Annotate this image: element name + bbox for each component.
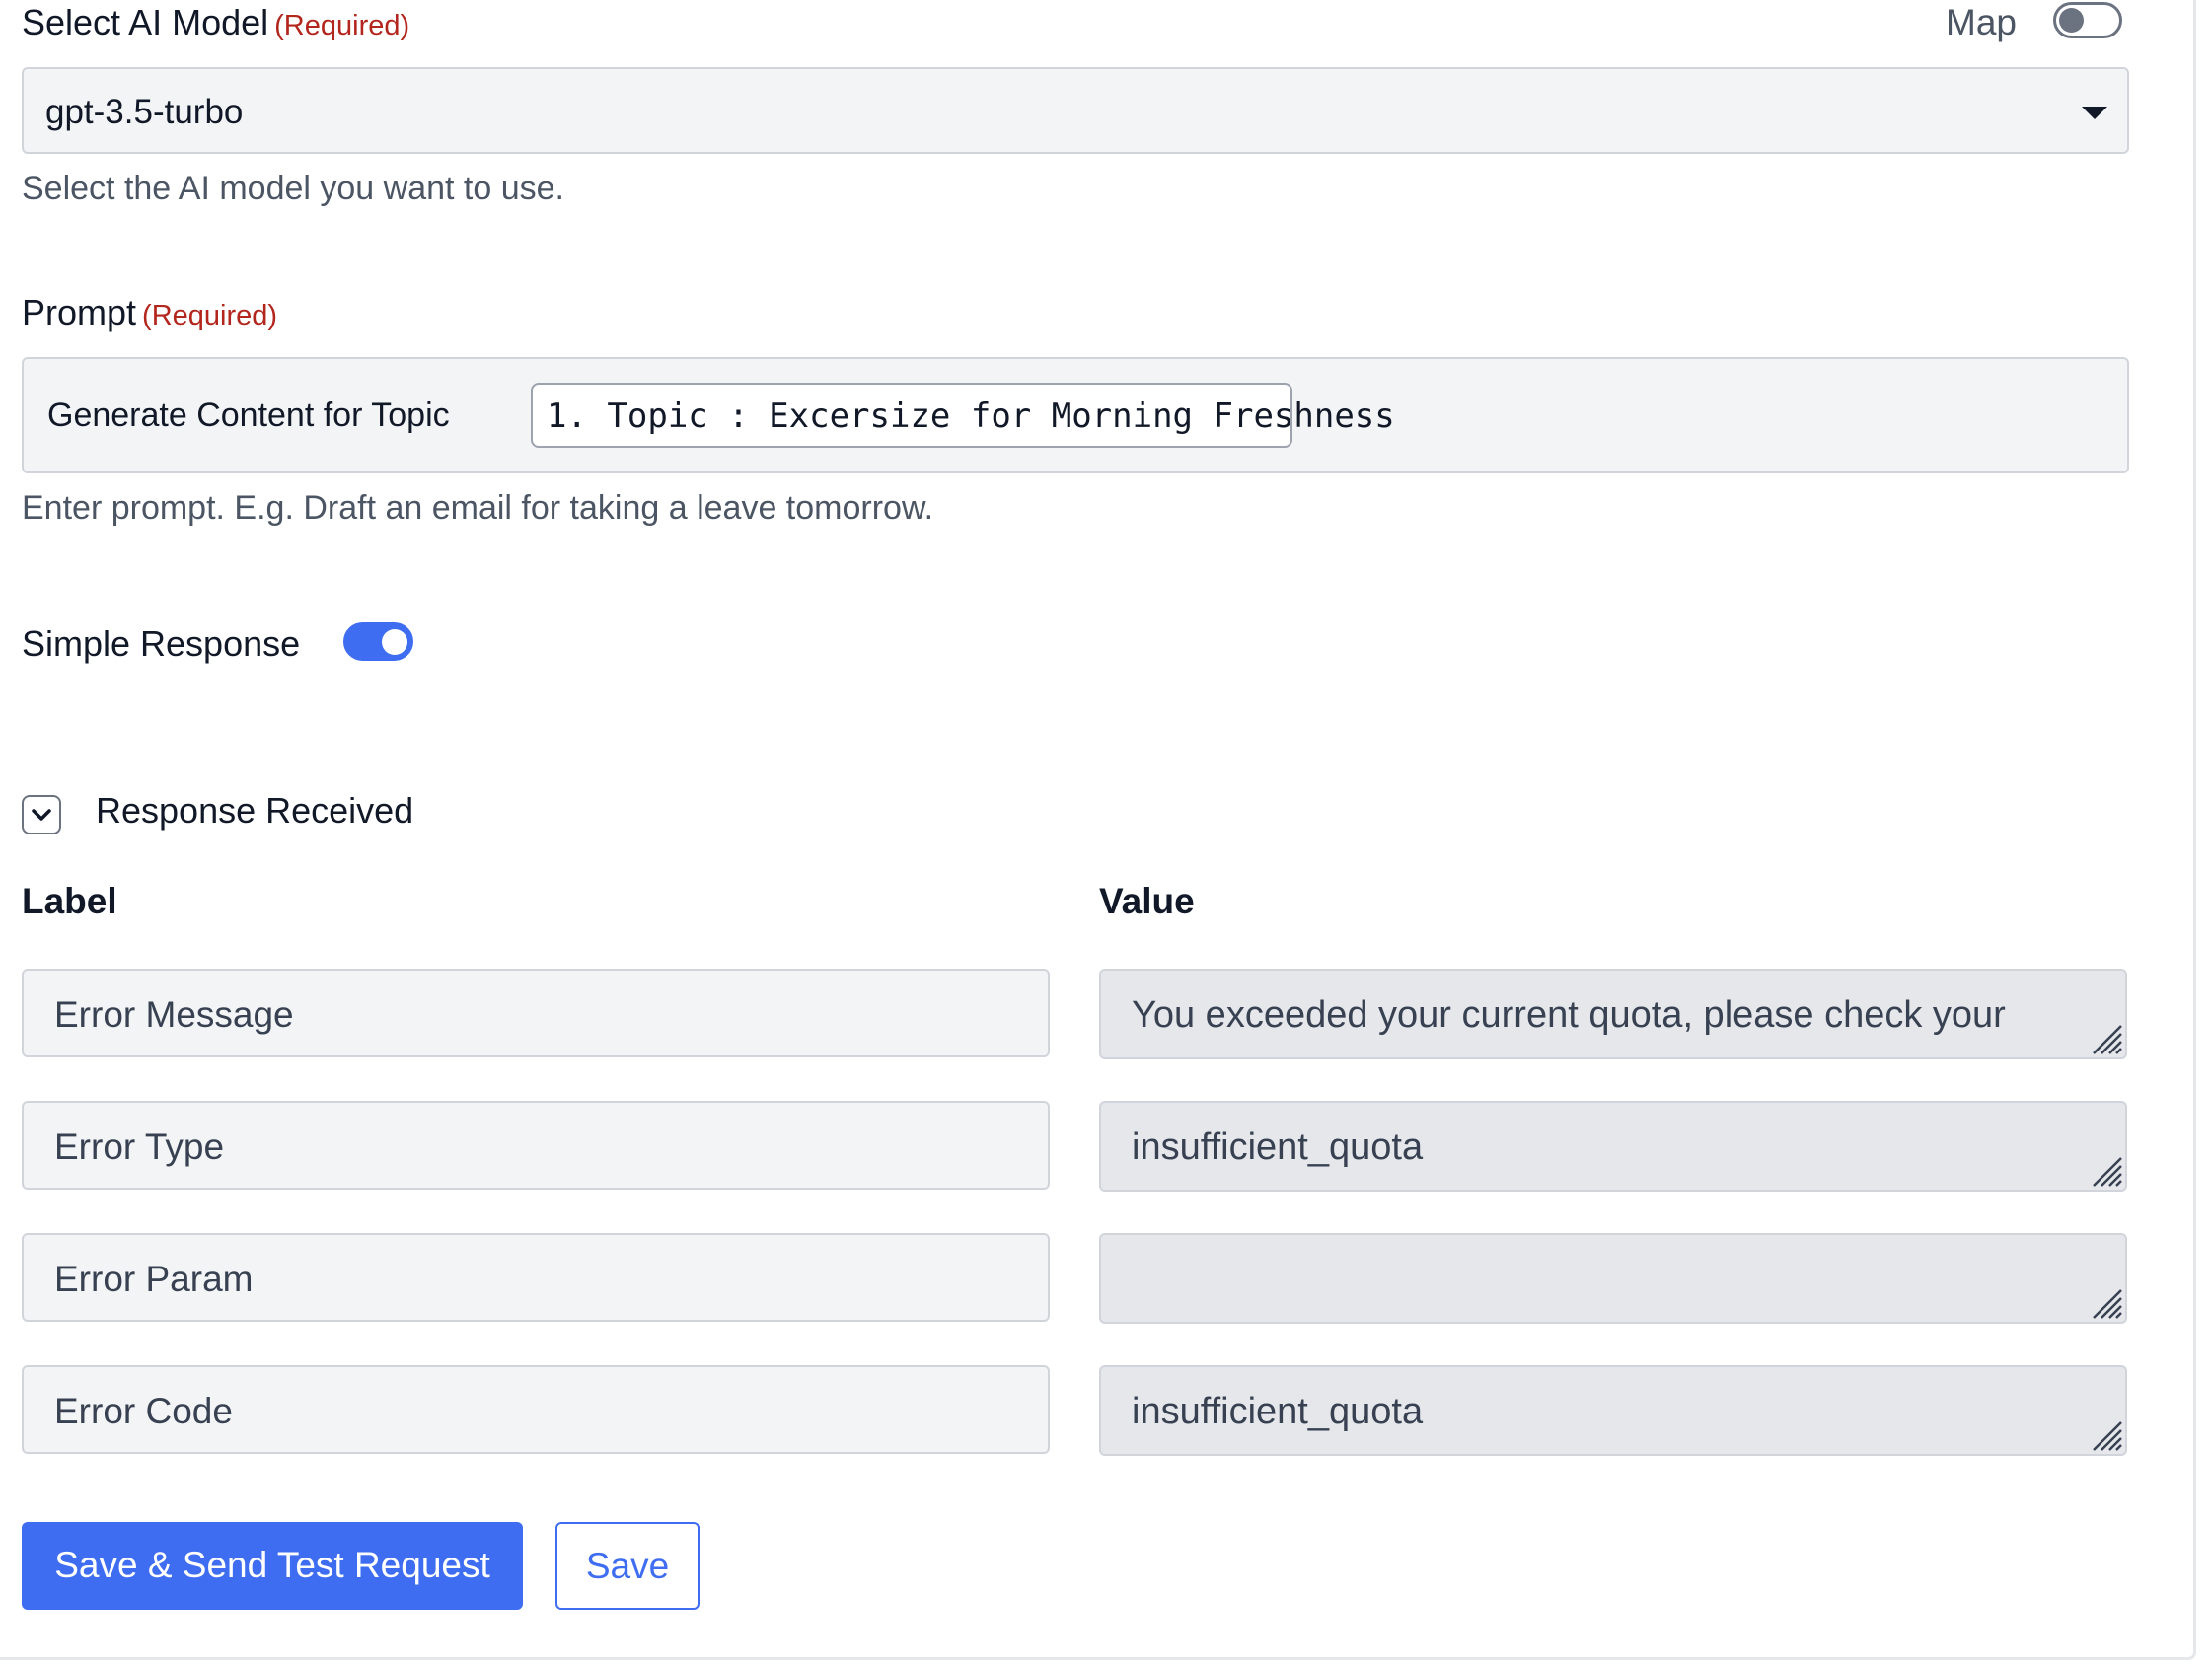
save-and-send-label: Save & Send Test Request: [54, 1545, 490, 1585]
required-marker: (Required): [274, 10, 410, 41]
save-label: Save: [585, 1546, 670, 1586]
response-label-text: Error Message: [54, 994, 294, 1035]
chevron-down-icon: [32, 809, 51, 821]
response-value-text: insufficient_quota: [1132, 1391, 1424, 1432]
caret-down-icon: [2082, 107, 2107, 119]
resize-handle-icon[interactable]: [2088, 1284, 2123, 1320]
response-value-area[interactable]: [1099, 1233, 2127, 1324]
response-label-text: Error Code: [54, 1391, 233, 1431]
prompt-text: Generate Content for Topic: [47, 397, 450, 434]
required-marker: (Required): [142, 300, 278, 331]
response-section-title: Response Received: [96, 790, 414, 831]
prompt-input[interactable]: Generate Content for Topic 1. Topic : Ex…: [22, 357, 2129, 473]
map-toggle-knob: [2059, 8, 2084, 33]
save-button[interactable]: Save: [555, 1522, 700, 1610]
collapse-toggle[interactable]: [22, 795, 61, 834]
resize-handle-icon[interactable]: [2088, 1020, 2123, 1055]
simple-response-toggle[interactable]: [343, 622, 413, 661]
prompt-field-label: Prompt (Required): [22, 292, 277, 333]
resize-handle-icon[interactable]: [2088, 1416, 2123, 1452]
simple-response-label: Simple Response: [22, 623, 301, 664]
model-select[interactable]: gpt-3.5-turbo: [22, 67, 2129, 154]
prompt-variable-chip[interactable]: 1. Topic : Excersize for Morning Freshne…: [531, 383, 1395, 448]
save-and-send-test-request-button[interactable]: Save & Send Test Request: [22, 1522, 523, 1610]
model-help-text: Select the AI model you want to use.: [22, 170, 564, 207]
response-value-area[interactable]: You exceeded your current quota, please …: [1099, 969, 2127, 1059]
map-toggle[interactable]: [2053, 2, 2122, 38]
prompt-chip-text: 1. Topic : Excersize for Morning Freshne…: [547, 397, 1395, 436]
response-value-text: insufficient_quota: [1132, 1126, 1424, 1168]
response-label-text: Error Param: [54, 1259, 254, 1299]
response-label-input[interactable]: Error Param: [22, 1233, 1050, 1322]
label-column-header: Label: [22, 881, 117, 921]
prompt-label-text: Prompt: [22, 292, 137, 332]
value-column-header: Value: [1099, 881, 1195, 921]
response-label-input[interactable]: Error Code: [22, 1365, 1050, 1454]
response-value-area[interactable]: insufficient_quota: [1099, 1365, 2127, 1456]
response-value-text: You exceeded your current quota, please …: [1132, 994, 2006, 1036]
prompt-help-text: Enter prompt. E.g. Draft an email for ta…: [22, 489, 934, 527]
resize-handle-icon[interactable]: [2088, 1152, 2123, 1188]
response-label-input[interactable]: Error Message: [22, 969, 1050, 1057]
model-select-value: gpt-3.5-turbo: [45, 93, 244, 131]
response-label-text: Error Type: [54, 1126, 225, 1167]
model-field-label: Select AI Model (Required): [22, 2, 409, 43]
form-panel: Select AI Model (Required) Map gpt-3.5-tu…: [0, 0, 2196, 1660]
response-value-area[interactable]: insufficient_quota: [1099, 1101, 2127, 1192]
response-label-input[interactable]: Error Type: [22, 1101, 1050, 1190]
simple-response-toggle-knob: [382, 629, 407, 655]
model-label-text: Select AI Model: [22, 2, 269, 42]
map-label: Map: [1946, 2, 2017, 42]
